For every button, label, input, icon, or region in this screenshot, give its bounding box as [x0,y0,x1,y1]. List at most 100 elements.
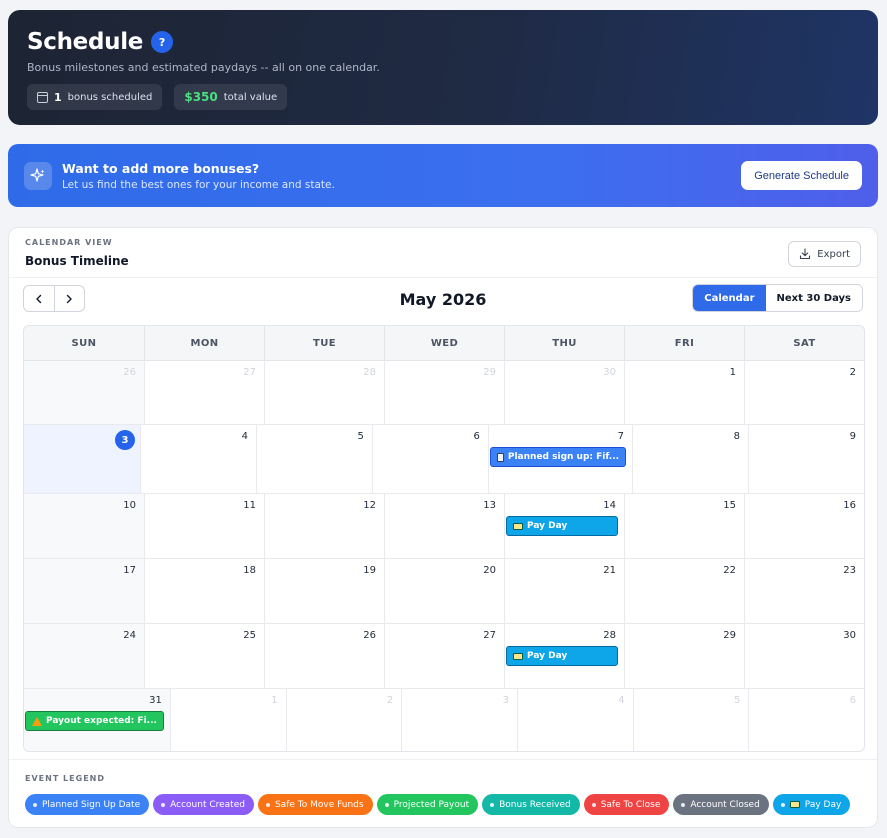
calendar-day[interactable]: 8 [632,425,748,493]
calendar-day[interactable]: 12 [264,494,384,558]
calendar-day[interactable]: 15 [624,494,744,558]
day-number: 13 [483,500,496,511]
day-number: 19 [363,565,376,576]
tab-calendar[interactable]: Calendar [693,285,766,311]
calendar-day[interactable]: 28 [264,361,384,424]
day-number: 9 [849,431,856,442]
export-button[interactable]: Export [788,241,861,267]
legend-chip: Planned Sign Up Date [25,794,150,815]
promo-banner: Want to add more bonuses? Let us find th… [8,144,878,207]
help-icon[interactable]: ? [151,31,174,53]
calendar-day[interactable]: 6 [371,425,488,493]
calendar-day[interactable]: 6 [748,689,864,751]
calendar-day[interactable]: 26 [24,361,144,424]
calendar-day[interactable]: 4 [516,689,633,751]
day-number: 28 [603,630,616,641]
calendar-day[interactable]: 3 [401,689,517,751]
calendar-day[interactable]: 17 [24,559,144,623]
calendar-day[interactable]: 29 [384,361,504,424]
calendar-day[interactable]: 25 [144,624,264,688]
dot-icon [490,802,495,807]
day-number: 15 [723,500,736,511]
legend-chip: Bonus Received [482,794,580,815]
total-value-label: total value [223,91,278,103]
calendar-eyebrow: CALENDAR VIEW [25,238,113,247]
calendar-day[interactable]: 27 [384,624,504,688]
day-number: 4 [618,695,625,706]
day-number: 1 [271,695,278,706]
calendar-day[interactable]: 26 [264,624,384,688]
calendar-day[interactable]: 14 Pay Day [504,494,624,558]
calendar-day[interactable]: 13 [384,494,504,558]
calendar-day[interactable]: 2 [285,689,402,751]
calendar-week: 17 18 19 20 21 22 23 [24,559,864,624]
promo-subtitle: Let us find the best ones for your incom… [62,178,335,191]
calendar-day[interactable]: 23 [744,559,864,623]
legend-label: Planned Sign Up Date [42,799,141,810]
legend-title: EVENT LEGEND [25,774,105,783]
calendar-day[interactable]: 30 [744,624,864,688]
calendar-card: CALENDAR VIEW Bonus Timeline Export May … [8,227,878,828]
day-number: 28 [363,367,376,378]
day-number: 16 [843,500,856,511]
calendar-day[interactable]: 5 [632,689,749,751]
day-number: 5 [357,431,364,442]
legend-label: Projected Payout [393,799,470,810]
divider [9,759,877,760]
calendar-day[interactable]: 10 [24,494,144,558]
total-value-badge: $350 total value [174,84,288,110]
day-number: 6 [473,431,480,442]
legend-chip: Pay Day [772,794,851,815]
event-planned-sign-up[interactable]: Planned sign up: Fif... [489,447,627,467]
party-icon [32,716,42,726]
event-payout-expected[interactable]: Payout expected: Fi... [25,711,164,731]
schedule-header: Schedule ? Bonus milestones and estimate… [8,10,878,125]
tab-next-30-days[interactable]: Next 30 Days [765,285,862,311]
event-label: Planned sign up: Fif... [507,452,620,462]
weekday-label: THU [504,326,624,360]
day-number: 10 [123,500,136,511]
event-pay-day[interactable]: Pay Day [506,646,618,666]
calendar-day[interactable]: 27 [144,361,264,424]
calendar-day[interactable]: 31 Payout expected: Fi... [24,689,170,751]
weekday-label: TUE [264,326,384,360]
calendar-day[interactable]: 30 [504,361,624,424]
day-number: 2 [386,695,394,706]
dot-icon [591,802,596,807]
day-number: 2 [849,367,856,378]
day-number: 20 [483,565,496,576]
calendar-day[interactable]: 16 [744,494,864,558]
generate-schedule-button[interactable]: Generate Schedule [741,161,862,190]
money-icon [513,652,523,660]
calendar-day[interactable]: 2 [744,361,864,424]
weekday-label: SUN [71,337,97,349]
calendar-day[interactable]: 1 [169,689,286,751]
calendar-day[interactable]: 11 [144,494,264,558]
calendar-day[interactable]: 21 [504,559,624,623]
day-number: 5 [733,695,741,706]
dot-icon [780,802,785,807]
money-icon [789,801,800,808]
calendar-day[interactable]: 1 [624,361,744,424]
dot-icon [33,802,37,807]
event-pay-day[interactable]: Pay Day [506,516,618,536]
calendar-week: 3 4 5 6 7 Planned sign up: Fif... 8 9 [24,425,864,494]
calendar-day-today[interactable]: 3 [24,425,140,493]
legend-label: Account Created [170,799,245,810]
calendar-day[interactable]: 4 [139,425,256,493]
calendar-week: 24 25 26 27 28 Pay Day 29 30 [24,624,864,689]
calendar-day[interactable]: 24 [24,624,144,688]
calendar-day[interactable]: 20 [384,559,504,623]
calendar-day[interactable]: 18 [144,559,264,623]
calendar-day[interactable]: 7 Planned sign up: Fif... [487,425,632,493]
legend-label: Bonus Received [499,799,571,810]
calendar-day[interactable]: 29 [624,624,744,688]
calendar-day[interactable]: 28 Pay Day [504,624,624,688]
calendar-icon [37,91,48,103]
calendar-day[interactable]: 22 [624,559,744,623]
day-number: 31 [149,695,162,706]
calendar-day[interactable]: 9 [748,425,864,493]
calendar-day[interactable]: 19 [264,559,384,623]
calendar-day[interactable]: 5 [255,425,372,493]
day-number: 27 [483,630,496,641]
